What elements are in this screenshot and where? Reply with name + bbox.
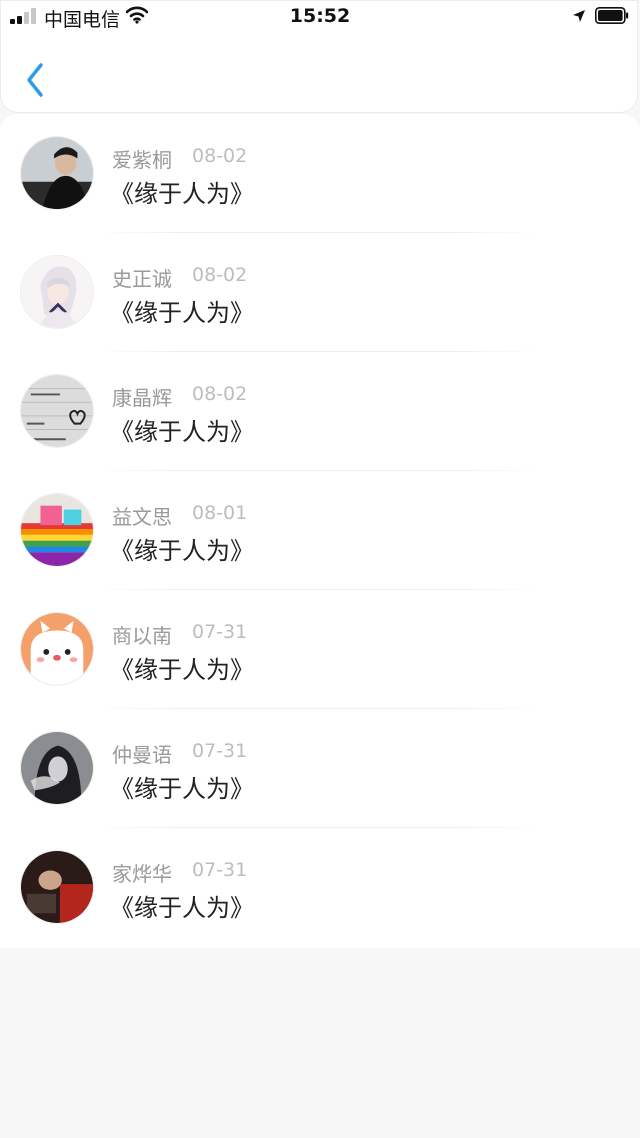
back-button[interactable] xyxy=(21,61,51,99)
book-title: 《缘于人为》 xyxy=(110,418,254,446)
user-name: 家烨华 xyxy=(112,862,172,886)
book-title: 《缘于人为》 xyxy=(110,656,254,684)
battery-icon xyxy=(595,7,629,24)
book-title: 《缘于人为》 xyxy=(110,894,254,922)
avatar[interactable] xyxy=(20,612,94,686)
avatar-image xyxy=(21,137,93,209)
list-item[interactable]: 史正诚 08-02 《缘于人为》 xyxy=(0,233,640,352)
user-name: 商以南 xyxy=(112,624,172,648)
comment-list: 爱紫桐 08-02 《缘于人为》 史正诚 08-02 《缘于人为》 康晶辉 08… xyxy=(0,114,640,948)
status-time: 15:52 xyxy=(289,5,351,27)
post-date: 08-02 xyxy=(192,264,248,286)
list-item[interactable]: 爱紫桐 08-02 《缘于人为》 xyxy=(0,114,640,233)
avatar[interactable] xyxy=(20,493,94,567)
book-title: 《缘于人为》 xyxy=(110,775,254,803)
chevron-left-icon xyxy=(27,63,43,97)
list-item[interactable]: 家烨华 07-31 《缘于人为》 xyxy=(0,828,640,947)
book-title: 《缘于人为》 xyxy=(110,537,254,565)
avatar[interactable] xyxy=(20,136,94,210)
post-date: 07-31 xyxy=(192,740,248,762)
user-name: 史正诚 xyxy=(112,267,172,291)
avatar-image xyxy=(21,613,93,685)
avatar-image xyxy=(21,256,93,328)
avatar[interactable] xyxy=(20,255,94,329)
list-item[interactable]: 益文思 08-01 《缘于人为》 xyxy=(0,471,640,590)
avatar[interactable] xyxy=(20,731,94,805)
avatar-image xyxy=(21,375,93,447)
list-item[interactable]: 仲曼语 07-31 《缘于人为》 xyxy=(0,709,640,828)
post-date: 08-01 xyxy=(192,502,248,524)
status-bar: 中国电信 15:52 xyxy=(0,0,640,34)
book-title: 《缘于人为》 xyxy=(110,299,254,327)
avatar-image xyxy=(21,732,93,804)
user-name: 爱紫桐 xyxy=(112,148,172,172)
list-item[interactable]: 商以南 07-31 《缘于人为》 xyxy=(0,590,640,709)
user-name: 康晶辉 xyxy=(112,386,172,410)
avatar[interactable] xyxy=(20,850,94,924)
avatar[interactable] xyxy=(20,374,94,448)
post-date: 07-31 xyxy=(192,859,248,881)
post-date: 08-02 xyxy=(192,145,248,167)
post-date: 07-31 xyxy=(192,621,248,643)
avatar-image xyxy=(21,494,93,566)
avatar-image xyxy=(21,851,93,923)
location-arrow-icon xyxy=(573,10,585,22)
book-title: 《缘于人为》 xyxy=(110,180,254,208)
list-item[interactable]: 康晶辉 08-02 《缘于人为》 xyxy=(0,352,640,471)
user-name: 益文思 xyxy=(112,505,172,529)
user-name: 仲曼语 xyxy=(112,743,172,767)
post-date: 08-02 xyxy=(192,383,248,405)
